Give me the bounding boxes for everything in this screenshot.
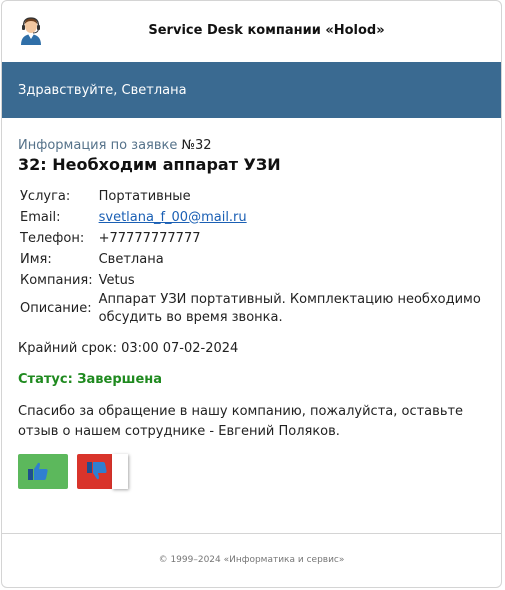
- phone-label: Телефон:: [20, 230, 85, 246]
- phone-value: +77777777777: [98, 230, 201, 246]
- name-label: Имя:: [20, 251, 52, 267]
- feedback-buttons: [18, 454, 485, 490]
- request-info-table: Услуга: Портативные Email: svetlana_f_00…: [18, 186, 485, 327]
- service-value: Портативные: [98, 188, 191, 204]
- info-row-email: Email: svetlana_f_00@mail.ru: [18, 207, 485, 228]
- request-number: №32: [181, 138, 212, 153]
- company-label: Компания:: [20, 272, 93, 288]
- app-title: Service Desk компании «Holod»: [148, 23, 385, 38]
- name-value: Светлана: [98, 251, 164, 267]
- request-title: 32: Необходим аппарат УЗИ: [18, 155, 281, 174]
- info-row-company: Компания: Vetus: [18, 270, 485, 291]
- greeting-text: Здравствуйте, Светлана: [18, 83, 187, 98]
- service-label: Услуга:: [20, 188, 71, 204]
- thumbs-up-icon: [28, 462, 48, 480]
- request-subtitle-prefix: Информация по заявке: [18, 138, 182, 153]
- like-button[interactable]: [18, 454, 68, 489]
- email-cell: svetlana_f_00@mail.ru: [97, 207, 485, 228]
- request-details: Информация по заявке №32 32: Необходим а…: [18, 138, 485, 490]
- email-card: Service Desk компании «Holod» Здравствуй…: [1, 0, 502, 588]
- thumbs-down-icon: [87, 462, 107, 480]
- description-value: Аппарат УЗИ портативный. Комплектацию не…: [98, 292, 481, 325]
- dislike-button-edge: [112, 454, 128, 489]
- info-row-name: Имя: Светлана: [18, 249, 485, 270]
- email-label: Email:: [20, 209, 61, 225]
- email-link[interactable]: svetlana_f_00@mail.ru: [99, 210, 247, 225]
- description-label: Описание:: [20, 301, 92, 316]
- info-row-phone: Телефон: +77777777777: [18, 228, 485, 249]
- greeting-banner: Здравствуйте, Светлана: [2, 62, 501, 118]
- company-value: Vetus: [98, 272, 135, 288]
- request-subtitle: Информация по заявке №32: [18, 138, 485, 153]
- status-text: Статус: Завершена: [18, 372, 163, 387]
- feedback-request-text: Спасибо за обращение в нашу компанию, по…: [18, 404, 464, 439]
- info-row-description: Описание: Аппарат УЗИ портативный. Компл…: [18, 291, 485, 327]
- info-row-service: Услуга: Портативные: [18, 186, 485, 207]
- deadline: Крайний срок: 03:00 07-02-2024: [18, 341, 239, 356]
- copyright-text: © 1999–2024 «Информатика и сервис»: [158, 555, 345, 565]
- footer: © 1999–2024 «Информатика и сервис»: [2, 533, 501, 587]
- dislike-button[interactable]: [77, 454, 128, 489]
- header: Service Desk компании «Holod»: [2, 1, 501, 63]
